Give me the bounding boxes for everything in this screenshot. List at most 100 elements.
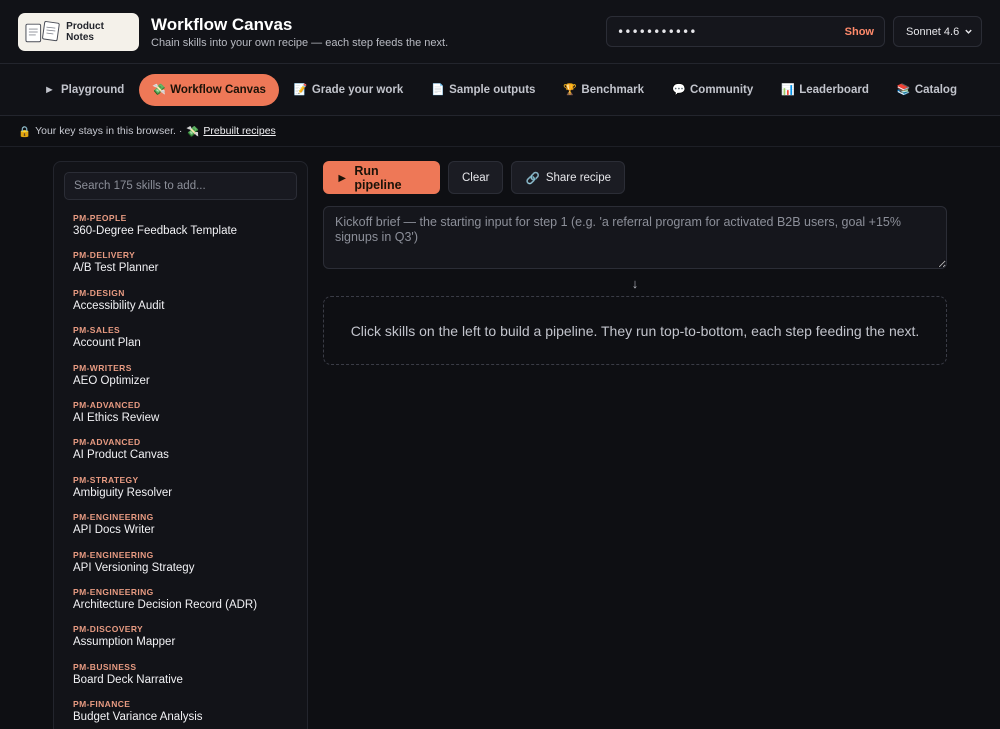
show-key-button[interactable]: Show — [845, 26, 874, 38]
key-notice: Your key stays in this browser. · — [35, 125, 183, 137]
skill-name: API Versioning Strategy — [73, 561, 195, 574]
lock-icon: 🔒 — [18, 125, 32, 138]
money-icon: 💸 — [152, 84, 166, 96]
skill-item[interactable]: PM-STRATEGY Ambiguity Resolver — [64, 471, 297, 508]
top-header: Product Notes Workflow Canvas Chain skil… — [0, 0, 1000, 64]
speech-bubble-icon: 💬 — [671, 84, 686, 96]
tab-benchmark[interactable]: 🏆 Benchmark — [550, 74, 657, 106]
tab-label: Catalog — [914, 83, 957, 96]
skill-item[interactable]: PM-SALES Account Plan — [64, 321, 297, 358]
skill-name: Accessibility Audit — [73, 299, 165, 312]
skill-category: PM-ADVANCED — [73, 399, 141, 410]
model-select-value: Sonnet 4.6 — [906, 25, 960, 38]
tab-sample-outputs[interactable]: 📄 Sample outputs — [418, 74, 548, 106]
skill-category: PM-ADVANCED — [73, 437, 141, 448]
skill-category: PM-DELIVERY — [73, 250, 136, 261]
page-subtitle: Chain skills into your own recipe — each… — [151, 36, 449, 49]
skill-item[interactable]: PM-DISCOVERY Assumption Mapper — [64, 620, 297, 657]
skill-category: PM-BUSINESS — [73, 661, 137, 672]
run-pipeline-button[interactable]: ► Run pipeline — [323, 161, 440, 194]
memo-icon: 📝 — [293, 84, 308, 96]
clear-label: Clear — [462, 171, 490, 184]
api-key-box: Show — [606, 16, 885, 47]
skill-category: PM-WRITERS — [73, 362, 132, 373]
tab-label: Workflow Canvas — [170, 83, 266, 96]
tab-grade-your-work[interactable]: 📝 Grade your work — [281, 74, 416, 106]
skill-category: PM-DESIGN — [73, 287, 125, 298]
skills-sidebar: PM-PEOPLE360-Degree Feedback TemplatePM-… — [53, 161, 308, 729]
tab-workflow-canvas[interactable]: 💸 Workflow Canvas — [139, 73, 279, 106]
tab-playground[interactable]: ► Playground — [30, 74, 137, 106]
skill-category: PM-ENGINEERING — [73, 586, 154, 597]
run-pipeline-label: Run pipeline — [354, 163, 402, 192]
tab-leaderboard[interactable]: 📊 Leaderboard — [768, 74, 882, 106]
kickoff-brief-textarea[interactable] — [323, 206, 947, 269]
skill-item[interactable]: PM-DESIGN Accessibility Audit — [64, 284, 297, 321]
tab-catalog[interactable]: 📚 Catalog — [884, 74, 970, 106]
skill-item[interactable]: PM-ENGINEERING API Versioning Strategy — [64, 546, 297, 583]
skill-name: Ambiguity Resolver — [73, 486, 173, 499]
skill-category: PM-PEOPLE — [73, 213, 127, 223]
tab-community[interactable]: 💬 Community — [659, 74, 766, 106]
api-key-input[interactable] — [617, 24, 845, 39]
skill-category: PM-ENGINEERING — [73, 549, 154, 560]
skill-item[interactable]: PM-ADVANCED AI Ethics Review — [64, 396, 297, 433]
skill-item[interactable]: PM-BUSINESS Board Deck Narrative — [64, 658, 297, 695]
skill-name: AEO Optimizer — [73, 374, 150, 387]
play-icon: ► — [336, 170, 349, 185]
tab-label: Grade your work — [311, 83, 404, 96]
skill-search-input[interactable] — [64, 172, 297, 200]
model-select[interactable]: Sonnet 4.6 — [893, 16, 982, 47]
play-icon: ► — [44, 83, 55, 96]
tab-label: Community — [689, 83, 754, 96]
skill-item[interactable]: PM-ENGINEERING API Docs Writer — [64, 508, 297, 545]
skill-category: PM-DISCOVERY — [73, 624, 144, 635]
share-recipe-button[interactable]: 🔗 Share recipe — [511, 161, 626, 194]
tab-label: Playground — [61, 83, 125, 96]
skill-category: PM-SALES — [73, 325, 121, 336]
skill-item[interactable]: PM-DELIVERY A/B Test Planner — [64, 246, 297, 283]
empty-pipeline-message: Click skills on the left to build a pipe… — [350, 322, 920, 339]
skill-list: PM-PEOPLE 360-Degree Feedback Template PM-… — [64, 209, 297, 729]
notebook-logo-icon — [25, 20, 60, 42]
books-icon: 📚 — [896, 84, 911, 96]
pipeline-workarea: ► Run pipeline Clear 🔗 Share recipe ↓ Cl… — [323, 161, 947, 365]
skill-name: Budget Variance Analysis — [73, 711, 203, 724]
tab-label: Benchmark — [581, 83, 645, 96]
page-title: Workflow Canvas — [151, 14, 293, 34]
skill-name: A/B Test Planner — [73, 262, 159, 275]
recipes-icon: 💸 — [186, 125, 200, 138]
skill-category: PM-STRATEGY — [73, 474, 139, 485]
link-icon: 🔗 — [525, 172, 540, 185]
skill-item[interactable]: PM-PEOPLE 360-Degree Feedback Template — [64, 209, 297, 246]
skill-name: Architecture Decision Record (ADR) — [73, 598, 258, 611]
document-icon: 📄 — [431, 84, 445, 96]
trophy-icon: 🏆 — [563, 84, 578, 96]
skill-category: PM-FINANCE — [73, 699, 131, 710]
pipeline-actions: ► Run pipeline Clear 🔗 Share recipe — [323, 161, 947, 194]
title-block: Workflow Canvas Chain skills into your o… — [151, 15, 448, 49]
chart-icon: 📊 — [781, 84, 795, 96]
skill-name: 360-Degree Feedback Template — [73, 225, 238, 237]
skill-category: PM-ENGINEERING — [73, 512, 154, 523]
prebuilt-recipes-link[interactable]: Prebuilt recipes — [203, 125, 275, 137]
main-nav: ► Playground 💸 Workflow Canvas 📝 Grade your w… — [0, 64, 1000, 116]
chevron-down-icon — [965, 29, 972, 34]
logo-text: Product Notes — [66, 20, 104, 43]
arrow-down-icon: ↓ — [631, 276, 639, 291]
skill-name: AI Ethics Review — [73, 411, 160, 424]
skill-name: Assumption Mapper — [73, 636, 176, 649]
skill-item[interactable]: PM-ADVANCED AI Product Canvas — [64, 433, 297, 470]
skill-item[interactable]: PM-FINANCE Budget Variance Analysis — [64, 695, 297, 729]
skill-name: AI Product Canvas — [73, 449, 169, 462]
skill-item[interactable]: PM-WRITERS AEO Optimizer — [64, 359, 297, 396]
product-notes-logo[interactable]: Product Notes — [18, 12, 139, 51]
skill-name: API Docs Writer — [73, 524, 155, 537]
clear-button[interactable]: Clear — [448, 161, 504, 194]
skill-item[interactable]: PM-ENGINEERING Architecture Decision Reco… — [64, 583, 297, 620]
skill-name: Board Deck Narrative — [73, 673, 183, 686]
tab-label: Sample outputs — [449, 83, 536, 96]
info-bar: 🔒 Your key stays in this browser. · 💸 Pr… — [0, 116, 1000, 147]
pipeline-dropzone: Click skills on the left to build a pipe… — [323, 296, 947, 365]
tab-label: Leaderboard — [799, 83, 869, 96]
